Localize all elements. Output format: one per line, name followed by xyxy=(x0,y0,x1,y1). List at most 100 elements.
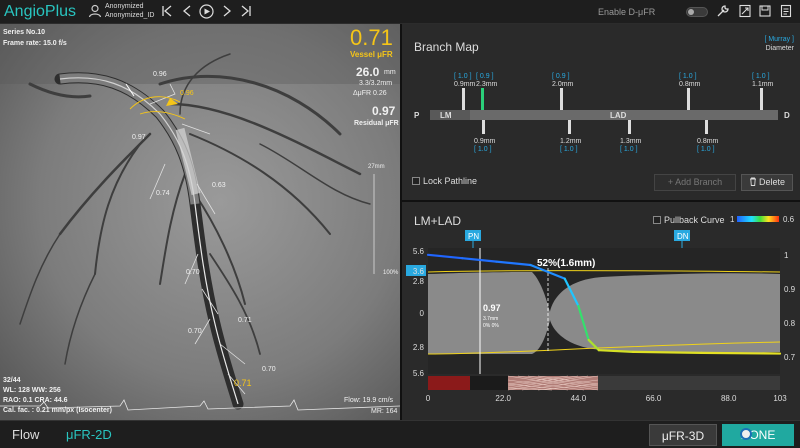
lock-pathline-checkbox[interactable]: Lock Pathline xyxy=(412,176,477,186)
lad-label: LAD xyxy=(610,111,627,120)
branch-bottom-d-3: 1.3mm xyxy=(620,138,642,145)
export-image-icon[interactable] xyxy=(738,4,752,18)
lumen-axis-tick: 5.6 xyxy=(413,369,425,378)
branch-top-ref-1: [ 1.0 ] xyxy=(454,73,472,80)
pullback-chart[interactable]: 1 0.6 PN DN 0.97 3.7mm 0% 0% 52%(1.6mm) xyxy=(402,202,800,420)
enable-dufr-label: Enable D-μFR xyxy=(598,7,656,17)
checkbox-checked-icon[interactable] xyxy=(412,177,420,185)
lumen-axis-tick: 3.6 xyxy=(413,267,425,276)
segment-gap xyxy=(470,376,508,390)
bottom-bar: Flow μFR-2D μFR-3D DONE xyxy=(0,420,800,448)
vessel-ufr-value: 0.71 xyxy=(350,25,393,50)
dn-label: DN xyxy=(677,232,689,241)
flow-velocity: Flow: 19.9 cm/s xyxy=(344,397,394,404)
last-frame-icon[interactable] xyxy=(239,4,253,18)
pn-label: PN xyxy=(468,232,479,241)
mr-value: MR: 164 xyxy=(371,408,398,415)
frame-rate: Frame rate: 15.0 f/s xyxy=(3,40,67,47)
pointer-cursor-icon xyxy=(740,428,752,440)
app-title: AngioPlus xyxy=(4,3,77,20)
branch-tick-bottom xyxy=(705,120,708,134)
delete-button[interactable]: Delete xyxy=(741,174,793,191)
vessel-label-6: 0.70 xyxy=(186,269,200,276)
cursor-percent: 0% 0% xyxy=(483,323,499,329)
ufr-axis-tick: 0.8 xyxy=(784,319,796,328)
distal-label: D xyxy=(784,111,790,120)
save-icon[interactable] xyxy=(758,4,772,18)
segment-lm xyxy=(428,376,470,390)
vessel-label-2: 0.96 xyxy=(180,90,194,97)
vessel-label-8: 0.71 xyxy=(238,317,252,324)
first-frame-icon[interactable] xyxy=(160,4,174,18)
vessel-ufr-label: Vessel μFR xyxy=(350,50,393,59)
user-icon xyxy=(88,4,102,18)
ufr-3d-button[interactable]: μFR-3D xyxy=(649,424,717,446)
pullback-curve-segment xyxy=(631,350,703,354)
pullback-panel: LM+LAD Pullback Curve 1 0.6 PN DN 0.97 3… xyxy=(400,200,800,420)
angiogram-viewport[interactable]: Series No.10 Frame rate: 15.0 f/s 0.71 V… xyxy=(0,24,400,420)
projection-angle: RAO: 0.1 CRA: 44.6 xyxy=(3,397,68,404)
branch-bottom-ref-4: [ 1.0 ] xyxy=(697,146,715,153)
length-value: 26.0 xyxy=(356,65,380,79)
color-scale-min: 1 xyxy=(730,215,735,224)
tab-flow[interactable]: Flow xyxy=(12,427,39,442)
scale-100pct: 100% xyxy=(383,270,399,276)
scale-27mm: 27mm xyxy=(368,164,385,170)
play-icon[interactable] xyxy=(199,4,214,19)
wrench-icon[interactable] xyxy=(716,4,730,18)
pullback-curve-segment xyxy=(700,351,782,355)
branch-map-panel: Branch Map [ Murray ] Diameter P D LM LA… xyxy=(400,24,800,200)
angiogram-image[interactable] xyxy=(0,24,400,420)
top-bar: AngioPlus Anonymized Anonymized_ID Enabl… xyxy=(0,0,800,24)
user-name: Anonymized xyxy=(105,3,144,10)
prev-frame-icon[interactable] xyxy=(180,4,194,18)
x-axis-tick: 88.0 xyxy=(721,394,737,403)
branch-tick-bottom xyxy=(482,120,485,134)
lock-pathline-label: Lock Pathline xyxy=(423,176,478,186)
vessel-label-4: 0.74 xyxy=(156,190,170,197)
next-frame-icon[interactable] xyxy=(220,4,234,18)
branch-tick-top xyxy=(462,88,465,110)
branch-top-d-1: 0.9mm xyxy=(454,81,476,88)
delta-ufr: ΔμFR 0.26 xyxy=(353,90,387,97)
ufr-axis-tick: 1 xyxy=(784,251,789,260)
branch-top-ref-5: [ 1.0 ] xyxy=(752,73,770,80)
user-info: Anonymized Anonymized_ID xyxy=(88,3,158,21)
branch-top-d-3: 2.0mm xyxy=(552,81,574,88)
branch-bottom-ref-2: [ 1.0 ] xyxy=(560,146,578,153)
window-level: WL: 128 WW: 256 xyxy=(3,387,61,394)
add-branch-button[interactable]: + Add Branch xyxy=(654,174,736,191)
done-button[interactable]: DONE xyxy=(722,424,794,446)
branch-top-ref-3: [ 0.9 ] xyxy=(552,73,570,80)
branch-tick-top xyxy=(687,88,690,110)
residual-ufr-value: 0.97 xyxy=(372,104,396,118)
trash-icon xyxy=(749,177,756,186)
x-axis-tick: 66.0 xyxy=(646,394,662,403)
series-number: Series No.10 xyxy=(3,29,46,36)
lumen-axis-tick: 0 xyxy=(420,309,425,318)
report-icon[interactable] xyxy=(779,4,793,18)
branch-map-diagram[interactable]: P D LM LAD [ 1.0 ] 0.9mm [ 0.9 ] 2.3mm [… xyxy=(402,24,800,164)
user-id: Anonymized_ID xyxy=(105,12,155,19)
length-unit: mm xyxy=(384,69,396,76)
lumen-axis-tick: 2.8 xyxy=(413,277,425,286)
branch-tick-top xyxy=(760,88,763,110)
frame-counter: 32/44 xyxy=(3,377,21,384)
branch-top-ref-2: [ 0.9 ] xyxy=(476,73,494,80)
tab-ufr-2d[interactable]: μFR-2D xyxy=(66,427,112,442)
x-axis-tick: 22.0 xyxy=(495,394,511,403)
pathline-bar xyxy=(430,110,778,120)
enable-dufr-toggle[interactable] xyxy=(686,7,708,17)
proximal-label: P xyxy=(414,111,420,120)
branch-bottom-d-2: 1.2mm xyxy=(560,138,582,145)
vessel-label-9: 0.70 xyxy=(262,366,276,373)
vessel-label-10: 0.71 xyxy=(234,378,252,388)
branch-tick-bottom xyxy=(568,120,571,134)
branch-tick-top-active xyxy=(481,88,484,110)
branch-tick-bottom xyxy=(628,120,631,134)
lumen-axis-tick: 5.6 xyxy=(413,247,425,256)
x-axis-tick: 103 xyxy=(773,394,787,403)
vessel-label-1: 0.96 xyxy=(153,71,167,78)
branch-top-d-4: 0.8mm xyxy=(679,81,701,88)
color-scale-max: 0.6 xyxy=(783,215,795,224)
